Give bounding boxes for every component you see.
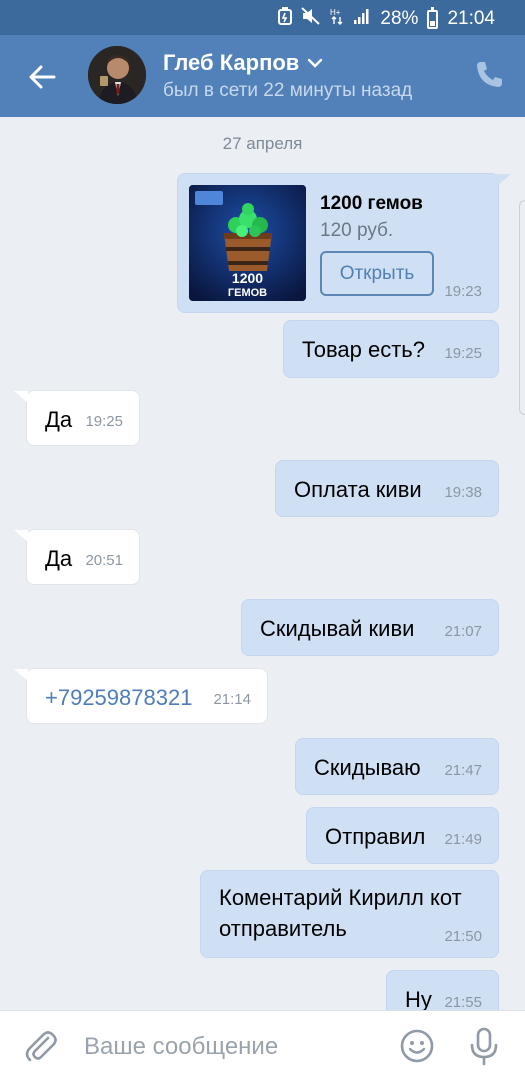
message-text: Оплата киви <box>294 477 422 502</box>
message-text: Да <box>45 407 73 432</box>
message-time: 19:25 <box>444 345 482 362</box>
message-time: 21:14 <box>213 691 251 708</box>
product-price: 120 руб. <box>320 220 394 241</box>
message-outgoing[interactable]: Оплата киви 19:38 <box>275 460 499 517</box>
message-incoming[interactable]: Да 19:25 <box>14 390 140 446</box>
chat-history[interactable]: 27 апреля 1200 ГЕМОВ 1200 гемов 120 руб. <box>0 117 525 1010</box>
clock: 21:04 <box>447 8 495 29</box>
battery-saver-icon <box>278 7 293 31</box>
message-text-line-1: Коментарий Кирилл кот <box>219 885 462 910</box>
message-text: Скидывай киви <box>260 616 415 641</box>
message-input[interactable] <box>84 1031 374 1063</box>
message-incoming[interactable]: +79259878321 21:14 <box>14 668 268 724</box>
chat-header: Глеб Карпов был в сети 22 минуты назад <box>0 35 525 117</box>
product-title: 1200 гемов <box>320 193 423 214</box>
message-time: 21:47 <box>444 762 482 779</box>
message-outgoing[interactable]: Коментарий Кирилл кот отправитель 21:50 <box>200 870 499 958</box>
message-text: Ну <box>405 987 432 1010</box>
chevron-down-icon <box>308 58 323 68</box>
message-text: Отправил <box>325 824 426 849</box>
message-text: Скидываю <box>314 755 421 780</box>
date-separator: 27 апреля <box>222 134 303 153</box>
signal-icon <box>353 7 371 31</box>
message-time: 19:25 <box>85 413 123 430</box>
emoji-icon <box>400 1029 434 1063</box>
message-text: Да <box>45 546 73 571</box>
emoji-button[interactable] <box>399 1028 435 1064</box>
mute-icon <box>301 7 321 31</box>
message-incoming[interactable]: Да 20:51 <box>14 529 140 585</box>
battery-icon <box>427 6 439 29</box>
message-time: 20:51 <box>85 552 123 569</box>
message-outgoing[interactable]: Товар есть? 19:25 <box>283 320 499 378</box>
message-outgoing[interactable]: Скидывай киви 21:07 <box>241 599 499 656</box>
data-icon: H+ <box>330 7 344 31</box>
call-button[interactable] <box>473 59 505 91</box>
back-button[interactable] <box>22 57 62 97</box>
attach-button[interactable] <box>22 1028 58 1064</box>
message-time: 21:49 <box>444 831 482 848</box>
message-time: 21:50 <box>444 928 482 945</box>
message-outgoing[interactable]: Отправил 21:49 <box>306 807 499 864</box>
message-time: 21:07 <box>444 623 482 640</box>
product-image[interactable]: 1200 ГЕМОВ <box>189 185 306 301</box>
svg-text:H+: H+ <box>330 8 341 17</box>
contact-name-row[interactable]: Глеб Карпов <box>163 50 323 76</box>
contact-status: был в сети 22 минуты назад <box>163 80 413 101</box>
back-arrow-icon <box>29 65 56 89</box>
scrollbar[interactable] <box>519 200 525 415</box>
product-image-caption-2: ГЕМОВ <box>228 287 267 299</box>
message-time: 19:38 <box>444 484 482 501</box>
voice-message-button[interactable] <box>466 1026 502 1066</box>
product-message[interactable]: 1200 ГЕМОВ 1200 гемов 120 руб. Открыть 1… <box>177 173 511 313</box>
message-time: 21:55 <box>444 994 482 1010</box>
attach-icon <box>25 1031 57 1062</box>
compose-bar <box>0 1010 525 1080</box>
message-time: 19:23 <box>444 283 482 300</box>
phone-icon <box>477 62 502 87</box>
open-product-button[interactable]: Открыть <box>320 251 434 296</box>
product-image-caption-1: 1200 <box>232 270 263 286</box>
message-text-line-2: отправитель <box>219 916 347 941</box>
avatar[interactable] <box>88 46 146 104</box>
microphone-icon <box>470 1027 498 1066</box>
contact-name: Глеб Карпов <box>163 50 300 75</box>
message-outgoing[interactable]: Скидываю 21:47 <box>295 738 499 795</box>
phone-number-link[interactable]: +79259878321 <box>45 685 192 711</box>
message-text: Товар есть? <box>302 337 425 362</box>
battery-percent: 28% <box>380 8 419 29</box>
message-outgoing[interactable]: Ну 21:55 <box>386 970 499 1010</box>
status-bar: H+ 28% 21:04 <box>0 0 525 35</box>
